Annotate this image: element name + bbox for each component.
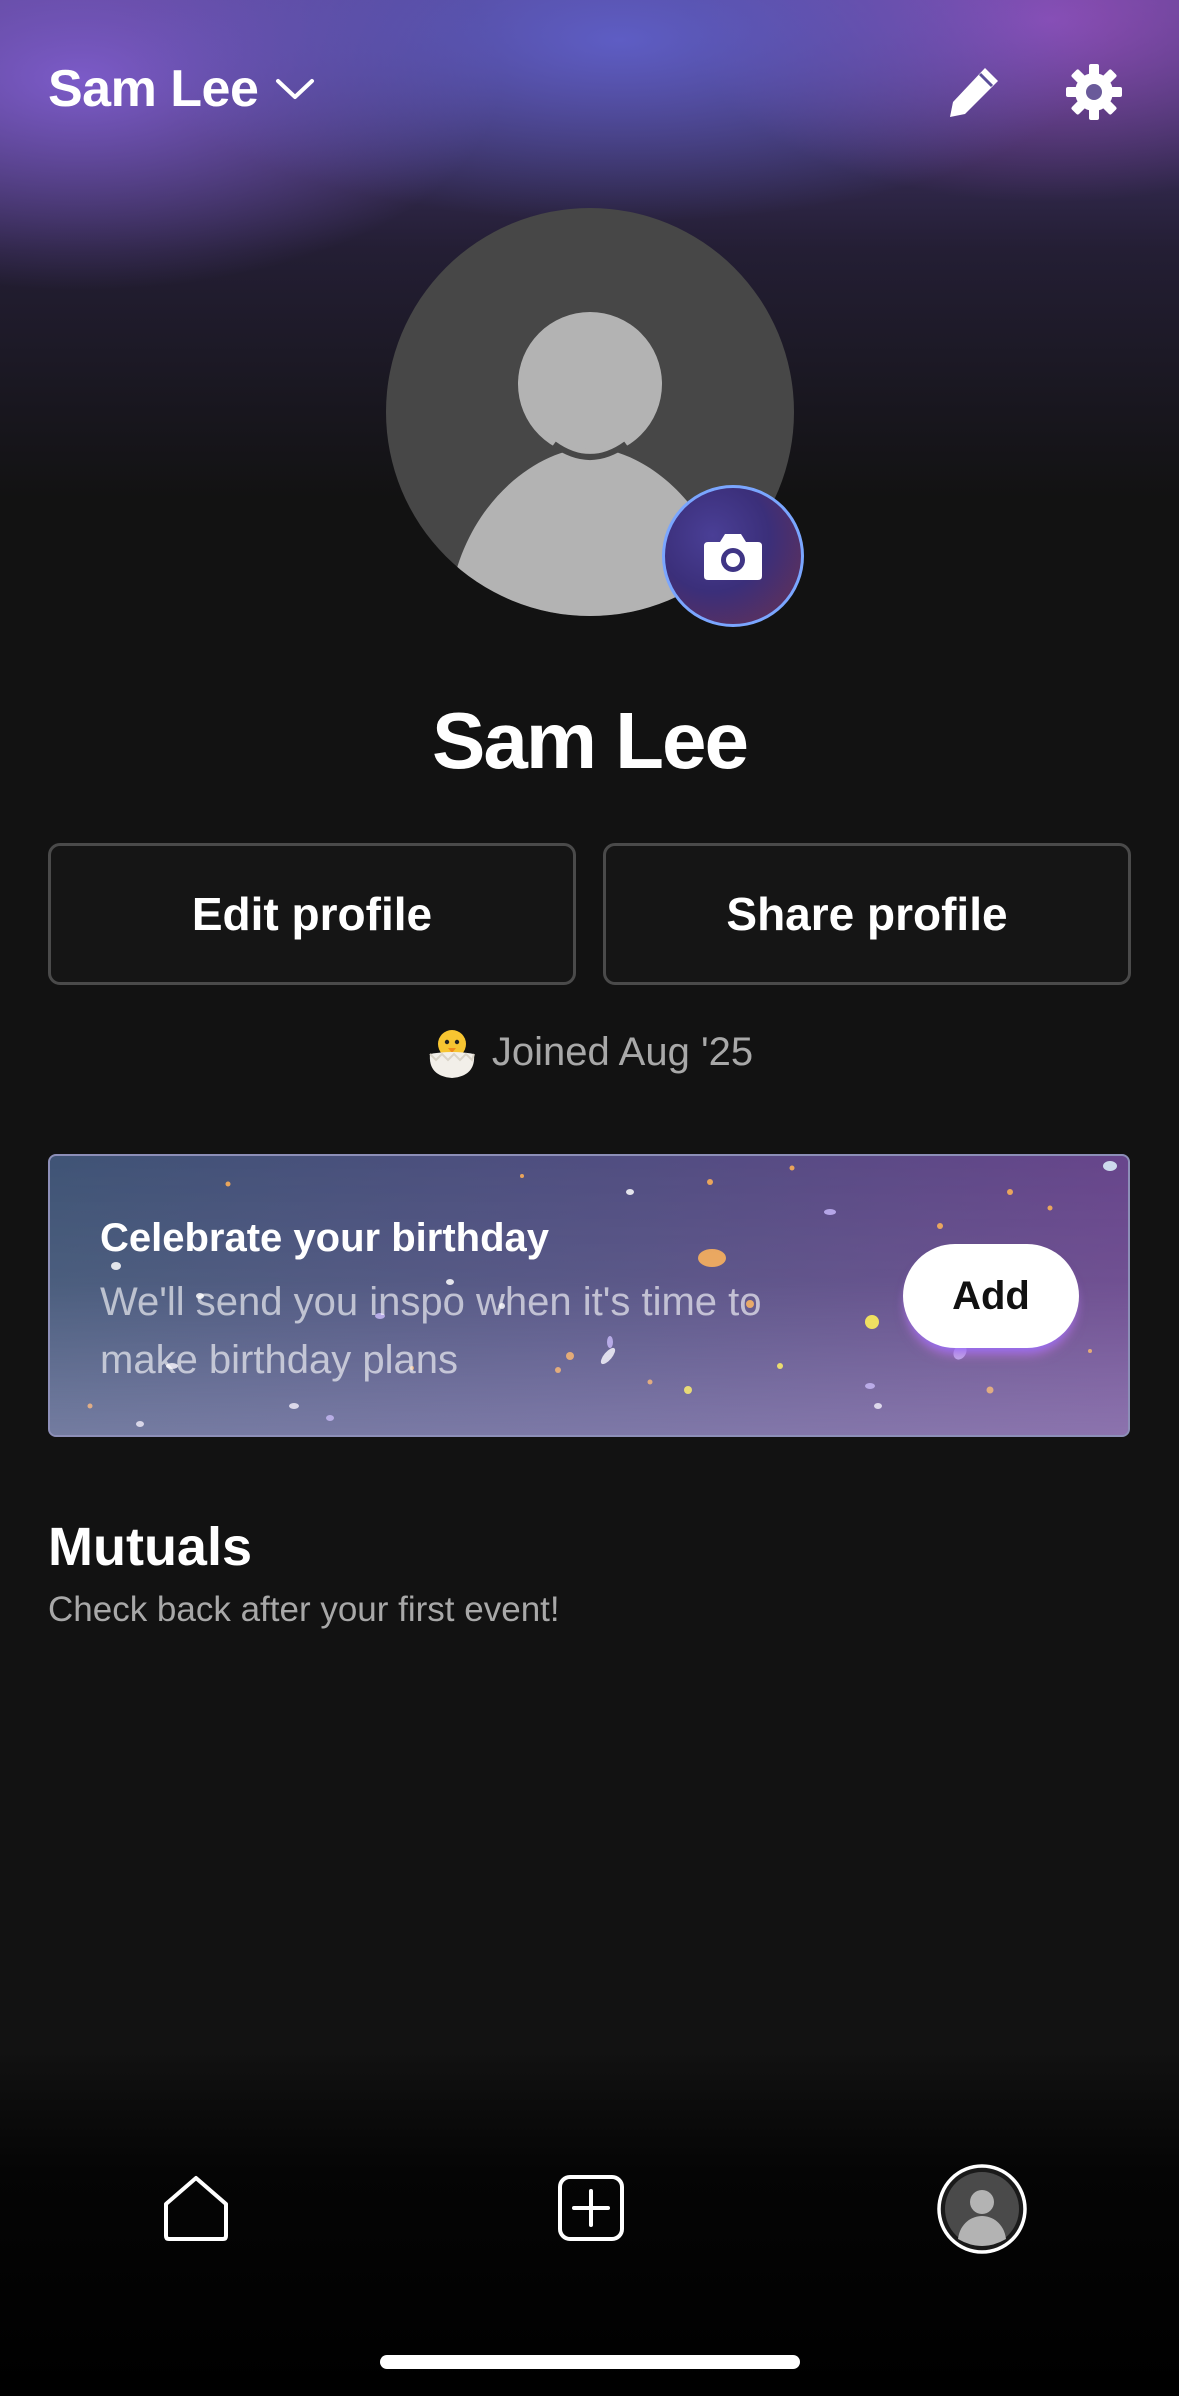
birthday-card-title: Celebrate your birthday — [100, 1216, 550, 1260]
nav-profile-button[interactable] — [936, 2163, 1028, 2255]
account-switcher[interactable]: Sam Lee — [48, 56, 316, 122]
home-icon — [164, 2176, 228, 2241]
chevron-down-icon — [274, 68, 316, 110]
pencil-icon[interactable] — [938, 56, 1010, 128]
joined-text: Joined Aug '25 — [491, 1029, 754, 1074]
birthday-card-subtitle: We'll send you inspo when it's time to m… — [100, 1280, 762, 1382]
add-birthday-button[interactable]: Add — [903, 1244, 1079, 1348]
mutuals-empty-text: Check back after your first event! — [48, 1590, 560, 1629]
profile-avatar-icon — [937, 2164, 1027, 2254]
hatching-chick-icon — [426, 1024, 478, 1080]
profile-name: Sam Lee — [431, 696, 749, 785]
change-photo-button[interactable] — [662, 485, 804, 627]
account-name: Sam Lee — [48, 60, 259, 118]
joined-info: Joined Aug '25 — [0, 1024, 1179, 1080]
nav-create-button[interactable] — [545, 2162, 637, 2254]
camera-icon — [704, 534, 762, 580]
plus-square-icon — [558, 2175, 624, 2241]
birthday-card: Celebrate your birthday We'll send you i… — [48, 1154, 1130, 1437]
share-profile-button[interactable]: Share profile — [603, 843, 1131, 985]
nav-home-button[interactable] — [150, 2162, 242, 2254]
mutuals-heading: Mutuals — [48, 1517, 253, 1577]
home-indicator — [380, 2355, 800, 2369]
profile-screen: Sam Lee Sam Lee Edit profile Share profi… — [0, 0, 1179, 2396]
edit-profile-button[interactable]: Edit profile — [48, 843, 576, 985]
gear-icon[interactable] — [1058, 56, 1130, 128]
